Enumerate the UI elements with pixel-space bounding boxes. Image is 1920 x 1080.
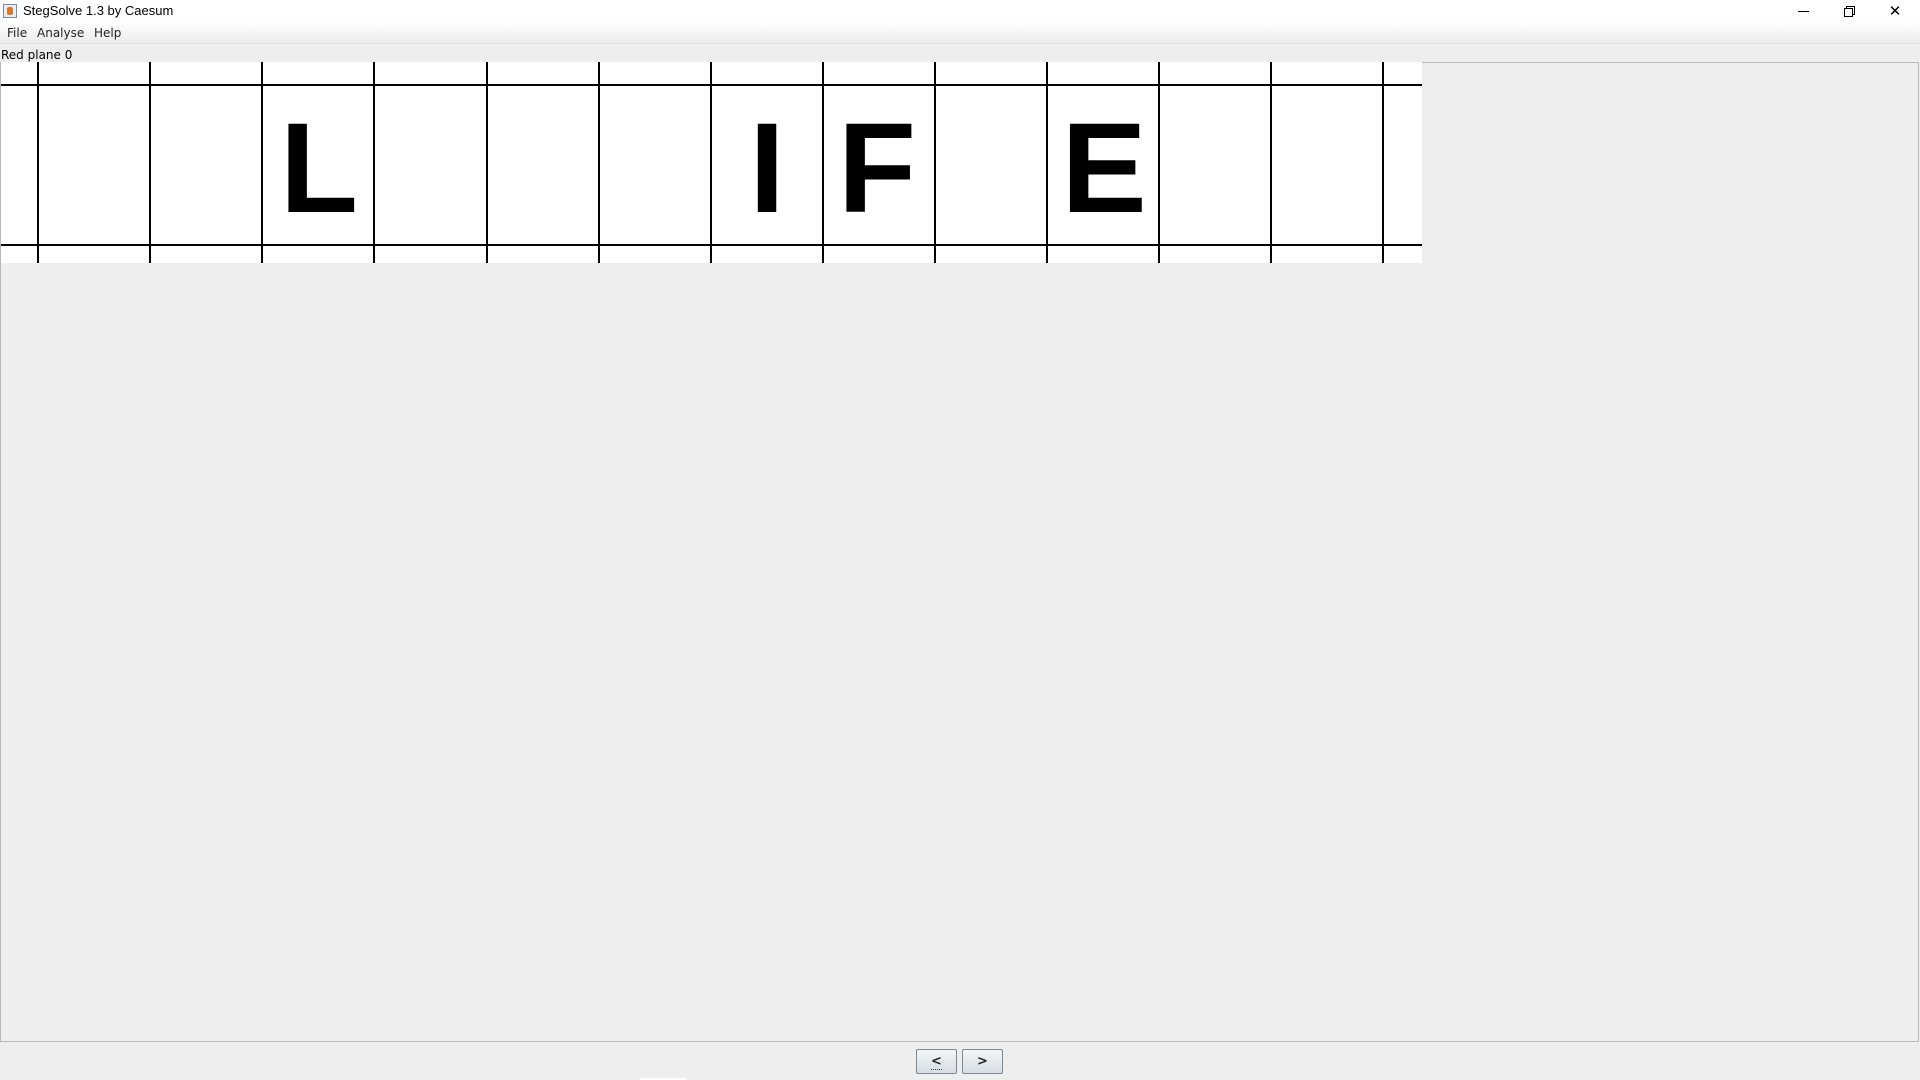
close-button[interactable]: ✕: [1872, 0, 1918, 22]
minimize-button[interactable]: [1780, 0, 1826, 22]
stego-image: L I F E: [1, 62, 1422, 263]
image-letter: L: [279, 97, 359, 240]
image-letter: F: [837, 97, 917, 240]
grid-line: [261, 62, 263, 263]
window-title: StegSolve 1.3 by Caesum: [23, 3, 174, 18]
menu-help[interactable]: Help: [94, 26, 121, 40]
minimize-icon: [1797, 10, 1809, 12]
image-letter: E: [1061, 97, 1147, 240]
previous-plane-button[interactable]: <: [916, 1049, 957, 1074]
grid-line: [822, 62, 824, 263]
next-label: >: [977, 1054, 988, 1069]
menu-analyse[interactable]: Analyse: [37, 26, 84, 40]
grid-line: [1382, 62, 1384, 263]
title-bar[interactable]: StegSolve 1.3 by Caesum ✕: [0, 0, 1920, 22]
grid-line: [598, 62, 600, 263]
menu-bar: File Analyse Help: [0, 22, 1920, 44]
grid-line: [373, 62, 375, 263]
maximize-button[interactable]: [1826, 0, 1872, 22]
grid-line: [149, 62, 151, 263]
grid-line: [1046, 62, 1048, 263]
java-app-icon: [3, 4, 17, 18]
grid-line: [1158, 62, 1160, 263]
grid-line: [486, 62, 488, 263]
close-icon: ✕: [1888, 1, 1902, 20]
grid-line: [710, 62, 712, 263]
restore-icon: [1844, 6, 1855, 17]
grid-line: [1270, 62, 1272, 263]
menu-file[interactable]: File: [7, 26, 27, 40]
next-plane-button[interactable]: >: [962, 1049, 1003, 1074]
previous-label: <: [931, 1053, 942, 1070]
image-letter: I: [749, 97, 785, 240]
plane-label: Red plane 0: [1, 48, 73, 62]
grid-line: [934, 62, 936, 263]
stegsolve-window: StegSolve 1.3 by Caesum ✕ File Analyse H…: [0, 0, 1920, 1080]
grid-line: [37, 62, 39, 263]
